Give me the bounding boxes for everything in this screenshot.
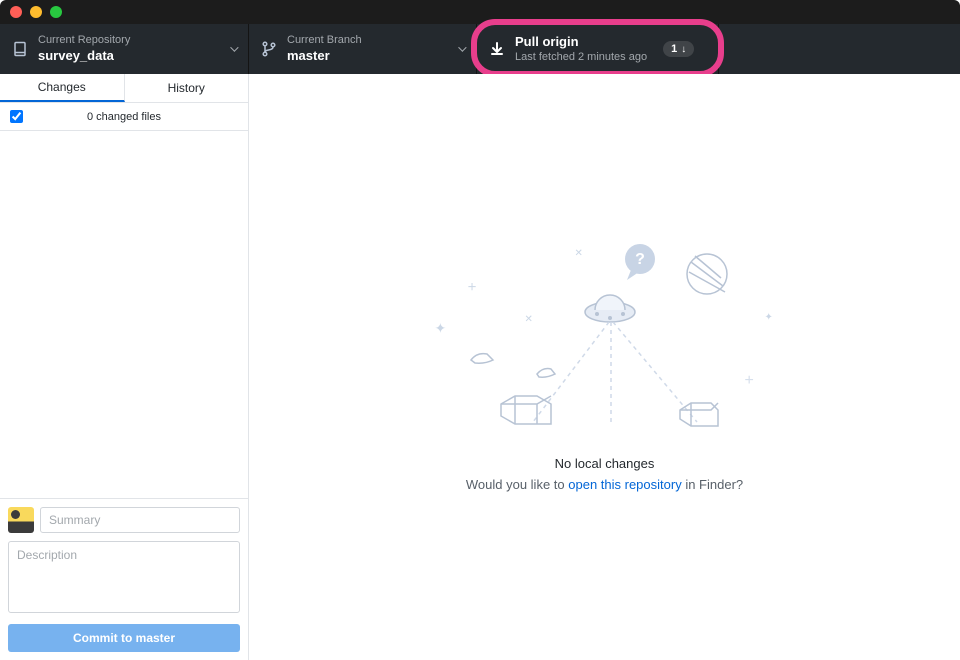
window-minimize-button[interactable] [30, 6, 42, 18]
pull-count-badge: 1 ↓ [663, 41, 694, 57]
repo-name: survey_data [38, 48, 222, 64]
planet-icon [683, 250, 731, 298]
content-area: ✦ ✕ ✕ ✕ ✦ + ? [249, 74, 960, 660]
empty-state-subtitle: Would you like to open this repository i… [466, 477, 743, 492]
download-arrow-icon [489, 41, 505, 57]
empty-sub-suffix: in Finder? [682, 477, 743, 492]
arrow-down-icon: ↓ [681, 44, 686, 55]
repo-label: Current Repository [38, 34, 222, 47]
tab-changes[interactable]: Changes [0, 74, 125, 102]
commit-form: Commit to master [0, 498, 248, 660]
window-maximize-button[interactable] [50, 6, 62, 18]
sidebar: Changes History 0 changed files Commit t… [0, 74, 249, 660]
sidebar-tabs: Changes History [0, 74, 248, 103]
pull-count: 1 [671, 43, 677, 55]
paper-icon [469, 350, 495, 366]
changes-header: 0 changed files [0, 103, 248, 131]
commit-description-input[interactable] [8, 541, 240, 613]
repo-icon [12, 41, 28, 57]
sparkle-icon: ✦ [435, 320, 447, 337]
commit-button-prefix: Commit to [73, 631, 136, 645]
sparkle-icon: ✦ [765, 312, 773, 323]
paper-icon [535, 366, 557, 380]
empty-state-illustration: ✦ ✕ ✕ ✕ ✦ + ? [425, 242, 785, 432]
changes-list [0, 131, 248, 498]
chevron-down-icon [230, 43, 238, 51]
pull-origin-button[interactable]: Pull origin Last fetched 2 minutes ago 1… [477, 24, 719, 74]
window-close-button[interactable] [10, 6, 22, 18]
empty-sub-prefix: Would you like to [466, 477, 568, 492]
empty-state-title: No local changes [555, 456, 655, 471]
select-all-checkbox[interactable] [10, 110, 23, 123]
current-repository-selector[interactable]: Current Repository survey_data [0, 24, 249, 74]
tab-history[interactable]: History [125, 74, 249, 102]
box-icon [497, 390, 557, 430]
commit-button[interactable]: Commit to master [8, 624, 240, 652]
sparkle-icon: + [745, 372, 754, 390]
commit-button-branch: master [136, 631, 175, 645]
sparkle-icon: ✕ [575, 248, 583, 259]
sparkle-icon: ✕ [464, 281, 478, 295]
pull-label: Pull origin [515, 34, 647, 50]
svg-text:?: ? [635, 251, 645, 268]
current-branch-selector[interactable]: Current Branch master [249, 24, 477, 74]
branch-name: master [287, 48, 450, 64]
question-bubble-icon: ? [617, 242, 659, 284]
commit-summary-input[interactable] [40, 507, 240, 533]
changed-files-count: 0 changed files [33, 111, 215, 123]
box-icon [677, 400, 721, 430]
titlebar [0, 0, 960, 24]
main: Changes History 0 changed files Commit t… [0, 74, 960, 660]
open-repository-link[interactable]: open this repository [568, 477, 681, 492]
toolbar: Current Repository survey_data Current B… [0, 24, 960, 74]
branch-label: Current Branch [287, 34, 450, 47]
branch-icon [261, 41, 277, 57]
pull-sub: Last fetched 2 minutes ago [515, 51, 647, 64]
chevron-down-icon [458, 43, 466, 51]
avatar [8, 507, 34, 533]
